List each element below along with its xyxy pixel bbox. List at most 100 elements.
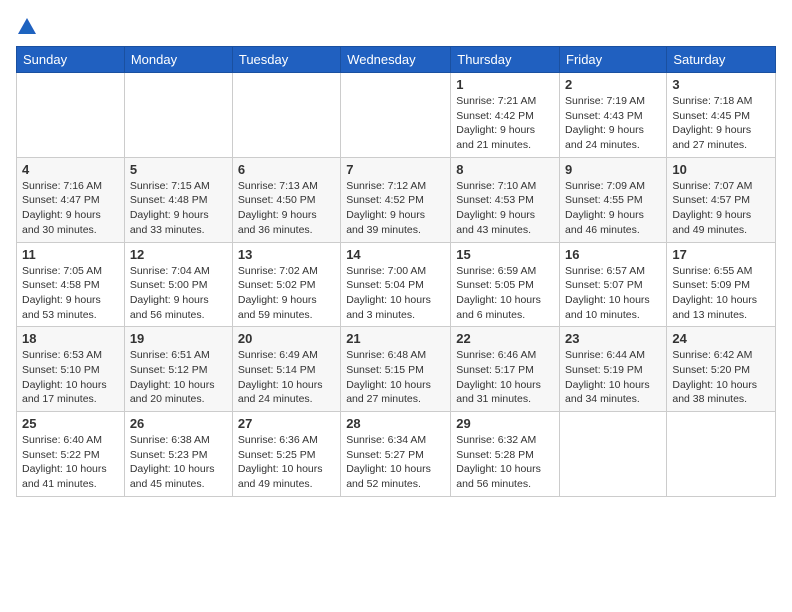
day-cell: 5 Sunrise: 7:15 AM Sunset: 4:48 PM Daylig… bbox=[124, 157, 232, 242]
day-info: Sunrise: 6:59 AM Sunset: 5:05 PM Dayligh… bbox=[456, 264, 554, 323]
week-row-1: 1Sunrise: 7:21 AM Sunset: 4:42 PM Daylig… bbox=[17, 73, 776, 158]
day-cell: 14 Sunrise: 7:00 AM Sunset: 5:04 PM Dayli… bbox=[341, 242, 451, 327]
day-header-wednesday: Wednesday bbox=[341, 47, 451, 73]
day-cell: 23Sunrise: 6:44 AM Sunset: 5:19 PM Dayli… bbox=[560, 327, 667, 412]
day-cell: 21 Sunrise: 6:48 AM Sunset: 5:15 PM Dayli… bbox=[341, 327, 451, 412]
day-number: 26 bbox=[130, 416, 227, 431]
calendar-table: SundayMondayTuesdayWednesdayThursdayFrid… bbox=[16, 46, 776, 497]
day-cell: 2 Sunrise: 7:19 AM Sunset: 4:43 PM Daylig… bbox=[560, 73, 667, 158]
day-number: 14 bbox=[346, 247, 445, 262]
day-number: 9 bbox=[565, 162, 661, 177]
day-number: 3 bbox=[672, 77, 770, 92]
day-number: 12 bbox=[130, 247, 227, 262]
day-number: 27 bbox=[238, 416, 335, 431]
day-number: 2 bbox=[565, 77, 661, 92]
day-cell: 17 Sunrise: 6:55 AM Sunset: 5:09 PM Dayli… bbox=[667, 242, 776, 327]
day-cell: 24 Sunrise: 6:42 AM Sunset: 5:20 PM Dayli… bbox=[667, 327, 776, 412]
day-info: Sunrise: 6:57 AM Sunset: 5:07 PM Dayligh… bbox=[565, 264, 661, 323]
day-info: Sunrise: 6:36 AM Sunset: 5:25 PM Dayligh… bbox=[238, 433, 335, 492]
day-number: 25 bbox=[22, 416, 119, 431]
day-cell: 9 Sunrise: 7:09 AM Sunset: 4:55 PM Daylig… bbox=[560, 157, 667, 242]
day-info: Sunrise: 7:04 AM Sunset: 5:00 PM Dayligh… bbox=[130, 264, 227, 323]
day-number: 20 bbox=[238, 331, 335, 346]
day-info: Sunrise: 7:05 AM Sunset: 4:58 PM Dayligh… bbox=[22, 264, 119, 323]
day-number: 7 bbox=[346, 162, 445, 177]
day-cell: 12 Sunrise: 7:04 AM Sunset: 5:00 PM Dayli… bbox=[124, 242, 232, 327]
day-cell: 28Sunrise: 6:34 AM Sunset: 5:27 PM Dayli… bbox=[341, 412, 451, 497]
day-cell: 26 Sunrise: 6:38 AM Sunset: 5:23 PM Dayli… bbox=[124, 412, 232, 497]
day-cell: 19 Sunrise: 6:51 AM Sunset: 5:12 PM Dayli… bbox=[124, 327, 232, 412]
day-header-monday: Monday bbox=[124, 47, 232, 73]
day-number: 15 bbox=[456, 247, 554, 262]
day-number: 4 bbox=[22, 162, 119, 177]
day-cell: 25 Sunrise: 6:40 AM Sunset: 5:22 PM Dayli… bbox=[17, 412, 125, 497]
day-info: Sunrise: 7:18 AM Sunset: 4:45 PM Dayligh… bbox=[672, 94, 770, 153]
day-cell: 15 Sunrise: 6:59 AM Sunset: 5:05 PM Dayli… bbox=[451, 242, 560, 327]
day-info: Sunrise: 7:16 AM Sunset: 4:47 PM Dayligh… bbox=[22, 179, 119, 238]
day-cell: 7 Sunrise: 7:12 AM Sunset: 4:52 PM Daylig… bbox=[341, 157, 451, 242]
day-info: Sunrise: 7:09 AM Sunset: 4:55 PM Dayligh… bbox=[565, 179, 661, 238]
day-cell bbox=[341, 73, 451, 158]
day-info: Sunrise: 6:32 AM Sunset: 5:28 PM Dayligh… bbox=[456, 433, 554, 492]
logo-icon bbox=[16, 16, 38, 38]
week-row-2: 4 Sunrise: 7:16 AM Sunset: 4:47 PM Daylig… bbox=[17, 157, 776, 242]
day-info: Sunrise: 7:02 AM Sunset: 5:02 PM Dayligh… bbox=[238, 264, 335, 323]
day-info: Sunrise: 7:21 AM Sunset: 4:42 PM Dayligh… bbox=[456, 94, 554, 153]
day-number: 18 bbox=[22, 331, 119, 346]
day-cell: 29 Sunrise: 6:32 AM Sunset: 5:28 PM Dayli… bbox=[451, 412, 560, 497]
day-number: 19 bbox=[130, 331, 227, 346]
day-number: 5 bbox=[130, 162, 227, 177]
day-cell: 22Sunrise: 6:46 AM Sunset: 5:17 PM Dayli… bbox=[451, 327, 560, 412]
day-number: 16 bbox=[565, 247, 661, 262]
day-number: 13 bbox=[238, 247, 335, 262]
day-cell: 4 Sunrise: 7:16 AM Sunset: 4:47 PM Daylig… bbox=[17, 157, 125, 242]
day-info: Sunrise: 7:10 AM Sunset: 4:53 PM Dayligh… bbox=[456, 179, 554, 238]
day-info: Sunrise: 6:34 AM Sunset: 5:27 PM Dayligh… bbox=[346, 433, 445, 492]
day-info: Sunrise: 6:48 AM Sunset: 5:15 PM Dayligh… bbox=[346, 348, 445, 407]
day-cell: 18 Sunrise: 6:53 AM Sunset: 5:10 PM Dayli… bbox=[17, 327, 125, 412]
day-cell: 11 Sunrise: 7:05 AM Sunset: 4:58 PM Dayli… bbox=[17, 242, 125, 327]
day-info: Sunrise: 7:00 AM Sunset: 5:04 PM Dayligh… bbox=[346, 264, 445, 323]
day-cell: 3 Sunrise: 7:18 AM Sunset: 4:45 PM Daylig… bbox=[667, 73, 776, 158]
day-info: Sunrise: 6:53 AM Sunset: 5:10 PM Dayligh… bbox=[22, 348, 119, 407]
day-number: 29 bbox=[456, 416, 554, 431]
page-header bbox=[16, 16, 776, 38]
day-info: Sunrise: 6:38 AM Sunset: 5:23 PM Dayligh… bbox=[130, 433, 227, 492]
day-info: Sunrise: 7:15 AM Sunset: 4:48 PM Dayligh… bbox=[130, 179, 227, 238]
day-number: 8 bbox=[456, 162, 554, 177]
day-cell: 6 Sunrise: 7:13 AM Sunset: 4:50 PM Daylig… bbox=[232, 157, 340, 242]
day-number: 21 bbox=[346, 331, 445, 346]
day-info: Sunrise: 7:19 AM Sunset: 4:43 PM Dayligh… bbox=[565, 94, 661, 153]
week-row-3: 11 Sunrise: 7:05 AM Sunset: 4:58 PM Dayli… bbox=[17, 242, 776, 327]
week-row-5: 25 Sunrise: 6:40 AM Sunset: 5:22 PM Dayli… bbox=[17, 412, 776, 497]
day-info: Sunrise: 7:07 AM Sunset: 4:57 PM Dayligh… bbox=[672, 179, 770, 238]
day-header-friday: Friday bbox=[560, 47, 667, 73]
day-cell: 16 Sunrise: 6:57 AM Sunset: 5:07 PM Dayli… bbox=[560, 242, 667, 327]
day-info: Sunrise: 7:13 AM Sunset: 4:50 PM Dayligh… bbox=[238, 179, 335, 238]
day-number: 23 bbox=[565, 331, 661, 346]
day-number: 6 bbox=[238, 162, 335, 177]
day-info: Sunrise: 6:55 AM Sunset: 5:09 PM Dayligh… bbox=[672, 264, 770, 323]
day-number: 17 bbox=[672, 247, 770, 262]
day-header-saturday: Saturday bbox=[667, 47, 776, 73]
day-info: Sunrise: 6:42 AM Sunset: 5:20 PM Dayligh… bbox=[672, 348, 770, 407]
day-cell bbox=[232, 73, 340, 158]
logo bbox=[16, 16, 42, 38]
day-info: Sunrise: 6:40 AM Sunset: 5:22 PM Dayligh… bbox=[22, 433, 119, 492]
day-info: Sunrise: 6:51 AM Sunset: 5:12 PM Dayligh… bbox=[130, 348, 227, 407]
day-cell: 1Sunrise: 7:21 AM Sunset: 4:42 PM Daylig… bbox=[451, 73, 560, 158]
day-cell bbox=[124, 73, 232, 158]
week-row-4: 18 Sunrise: 6:53 AM Sunset: 5:10 PM Dayli… bbox=[17, 327, 776, 412]
day-number: 11 bbox=[22, 247, 119, 262]
day-cell: 13 Sunrise: 7:02 AM Sunset: 5:02 PM Dayli… bbox=[232, 242, 340, 327]
day-cell bbox=[667, 412, 776, 497]
day-header-sunday: Sunday bbox=[17, 47, 125, 73]
day-number: 24 bbox=[672, 331, 770, 346]
day-info: Sunrise: 6:49 AM Sunset: 5:14 PM Dayligh… bbox=[238, 348, 335, 407]
day-info: Sunrise: 7:12 AM Sunset: 4:52 PM Dayligh… bbox=[346, 179, 445, 238]
day-cell bbox=[560, 412, 667, 497]
day-cell: 8 Sunrise: 7:10 AM Sunset: 4:53 PM Daylig… bbox=[451, 157, 560, 242]
day-cell: 20 Sunrise: 6:49 AM Sunset: 5:14 PM Dayli… bbox=[232, 327, 340, 412]
day-number: 22 bbox=[456, 331, 554, 346]
day-cell: 10Sunrise: 7:07 AM Sunset: 4:57 PM Dayli… bbox=[667, 157, 776, 242]
